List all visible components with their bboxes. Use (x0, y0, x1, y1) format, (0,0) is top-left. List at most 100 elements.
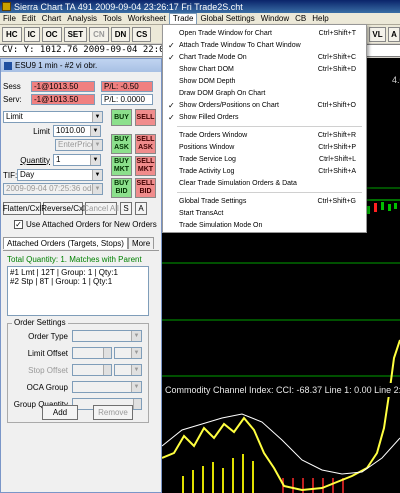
serv-position-field: -1@1013.50 (31, 94, 95, 105)
toolbar-set-button[interactable]: SET (63, 26, 88, 42)
menu-item-show-chart-dom[interactable]: Show Chart DOM Ctrl+Shift+D (163, 64, 366, 75)
toolbar-cs-button[interactable]: CS (132, 26, 152, 42)
check-icon: ✓ (168, 41, 175, 50)
sell-bid-button[interactable]: SELL BID (135, 178, 156, 198)
serv-pl-field: P/L: 0.0000 (101, 94, 153, 105)
os-limit-offset-label: Limit Offset (27, 348, 68, 358)
flatten-cancel-button[interactable]: Flatten/Cxl (3, 202, 41, 215)
sell-mkt-button[interactable]: SELL MKT (135, 156, 156, 176)
menu-item-label: Trade Orders Window (179, 132, 248, 139)
os-oca-group-select[interactable]: ▼ (72, 381, 142, 393)
menu-item-shortcut: Ctrl+Shift+D (317, 66, 356, 73)
menu-separator (177, 192, 362, 193)
menu-global-settings[interactable]: Global Settings (197, 13, 257, 25)
buy-button[interactable]: BUY (111, 109, 132, 126)
toolbar-oc-button[interactable]: OC (41, 26, 62, 42)
quantity-value: 1 (56, 155, 61, 164)
attached-tabs: Attached Orders (Targets, Stops) More (3, 237, 155, 249)
quantity-input[interactable]: 1 ▼ (53, 154, 101, 166)
toolbar-cn-button[interactable]: CN (89, 26, 109, 42)
a-button[interactable]: A (135, 202, 147, 215)
menu-help[interactable]: Help (309, 13, 331, 25)
use-attached-label: Use Attached Orders for New Orders (26, 220, 157, 229)
menu-item-start-transact[interactable]: Start TransAct (163, 208, 366, 219)
buy-mkt-button[interactable]: BUY MKT (111, 156, 132, 176)
os-order-type-select[interactable]: ▼ (72, 330, 142, 342)
order-type-select[interactable]: Limit ▼ (3, 111, 103, 123)
menu-item-label: Trade Simulation Mode On (179, 222, 263, 229)
menu-item-label: Show Filled Orders (179, 114, 239, 121)
order-type-value: Limit (6, 112, 23, 121)
menu-item-positions-window[interactable]: Positions Window Ctrl+Shift+P (163, 142, 366, 153)
menu-chart[interactable]: Chart (39, 13, 65, 25)
menu-trade[interactable]: Trade (168, 13, 198, 24)
menu-item-attach-trade-window[interactable]: ✓ Attach Trade Window To Chart Window (163, 40, 366, 51)
menu-cb[interactable]: CB (292, 13, 309, 25)
tab-more[interactable]: More (127, 237, 155, 249)
buy-bid-button[interactable]: BUY BID (111, 178, 132, 198)
remove-button[interactable]: Remove (93, 405, 133, 420)
toolbar-a-button[interactable]: A (388, 26, 400, 42)
tab-attached-orders[interactable]: Attached Orders (Targets, Stops) (3, 237, 128, 249)
menu-item-trade-orders-window[interactable]: Trade Orders Window Ctrl+Shift+R (163, 130, 366, 141)
trade-window-title: ESU9 1 min - #2 vi obr. (15, 61, 98, 70)
os-limit-offset-input[interactable] (72, 347, 112, 359)
use-attached-checkbox[interactable]: ✓ (14, 220, 23, 229)
enter-price-input[interactable]: EnterPrice ▼ (55, 139, 103, 151)
menu-item-chart-trade-mode[interactable]: ✓ Chart Trade Mode On Ctrl+Shift+C (163, 52, 366, 63)
chevron-down-icon: ▼ (90, 126, 100, 136)
menu-tools[interactable]: Tools (100, 13, 125, 25)
menu-item-clear-trade-simulation[interactable]: Clear Trade Simulation Orders & Data (163, 178, 366, 189)
menu-edit[interactable]: Edit (19, 13, 39, 25)
reverse-cancel-button[interactable]: Reverse/Cxl (41, 202, 85, 215)
chevron-down-icon: ▼ (131, 382, 141, 392)
window-icon (4, 61, 12, 70)
list-item[interactable]: #1 Lmt | 12T | Group: 1 | Qty:1 (10, 268, 146, 277)
menu-file[interactable]: File (0, 13, 19, 25)
os-order-type-row: Order Type ▼ (10, 330, 142, 342)
os-stop-offset-unit[interactable]: ▼ (114, 364, 142, 376)
menu-item-show-dom-depth[interactable]: Show DOM Depth (163, 76, 366, 87)
chevron-down-icon: ▼ (92, 140, 102, 150)
os-limit-offset-unit[interactable]: ▼ (114, 347, 142, 359)
cci-histogram (182, 454, 344, 493)
price-label: 4.00 T: (392, 75, 400, 85)
limit-price-value: 1010.00 (56, 126, 85, 135)
menu-item-trade-activity-log[interactable]: Trade Activity Log Ctrl+Shift+A (163, 166, 366, 177)
trade-window: ESU9 1 min - #2 vi obr. Sess -1@1013.50 … (0, 58, 162, 493)
menu-item-show-orders-positions[interactable]: ✓ Show Orders/Positions on Chart Ctrl+Shif… (163, 100, 366, 111)
menu-analysis[interactable]: Analysis (64, 13, 100, 25)
menu-item-show-filled-orders[interactable]: ✓ Show Filled Orders (163, 112, 366, 123)
chevron-down-icon: ▼ (90, 155, 100, 165)
menu-window[interactable]: Window (258, 13, 292, 25)
menu-item-open-trade-window[interactable]: Open Trade Window for Chart Ctrl+Shift+T (163, 28, 366, 39)
toolbar-ic-button[interactable]: IC (23, 26, 40, 42)
serv-label: Serv: (3, 95, 22, 104)
menu-item-trade-service-log[interactable]: Trade Service Log Ctrl+Shift+L (163, 154, 366, 165)
add-button[interactable]: Add (42, 405, 78, 420)
menu-item-shortcut: Ctrl+Shift+C (317, 54, 356, 61)
list-item[interactable]: #2 Stp | 8T | Group: 1 | Qty:1 (10, 277, 146, 286)
menu-item-trade-simulation-mode[interactable]: Trade Simulation Mode On (163, 220, 366, 231)
limit-price-input[interactable]: 1010.00 ▼ (53, 125, 101, 137)
sell-button[interactable]: SELL (135, 109, 156, 126)
toolbar-vl-button[interactable]: VL (369, 26, 386, 42)
enter-price-placeholder: EnterPrice (58, 140, 96, 149)
sell-ask-button[interactable]: SELL ASK (135, 134, 156, 154)
menu-worksheet[interactable]: Worksheet (125, 13, 169, 25)
buy-ask-button[interactable]: BUY ASK (111, 134, 132, 154)
tif-label: TIF: (3, 170, 18, 180)
menu-item-label: Show Orders/Positions on Chart (179, 102, 279, 109)
cancel-all-button[interactable]: Cancel All (83, 202, 119, 215)
toolbar-hc-button[interactable]: HC (2, 26, 22, 42)
sess-row: Sess -1@1013.50 P/L: -0.50 (3, 81, 153, 92)
menu-item-global-trade-settings[interactable]: Global Trade Settings Ctrl+Shift+G (163, 196, 366, 207)
os-stop-offset-input[interactable] (72, 364, 112, 376)
s-button[interactable]: S (120, 202, 132, 215)
good-till-date-input[interactable]: 2009-09-04 07:25:36 odr ▼ (3, 183, 103, 195)
check-icon: ✓ (168, 113, 175, 122)
tif-select[interactable]: Day ▼ (17, 169, 103, 181)
attached-orders-list[interactable]: #1 Lmt | 12T | Group: 1 | Qty:1 #2 Stp |… (7, 266, 149, 316)
menu-item-draw-dom-graph[interactable]: Draw DOM Graph On Chart (163, 88, 366, 99)
toolbar-dn-button[interactable]: DN (110, 26, 131, 42)
